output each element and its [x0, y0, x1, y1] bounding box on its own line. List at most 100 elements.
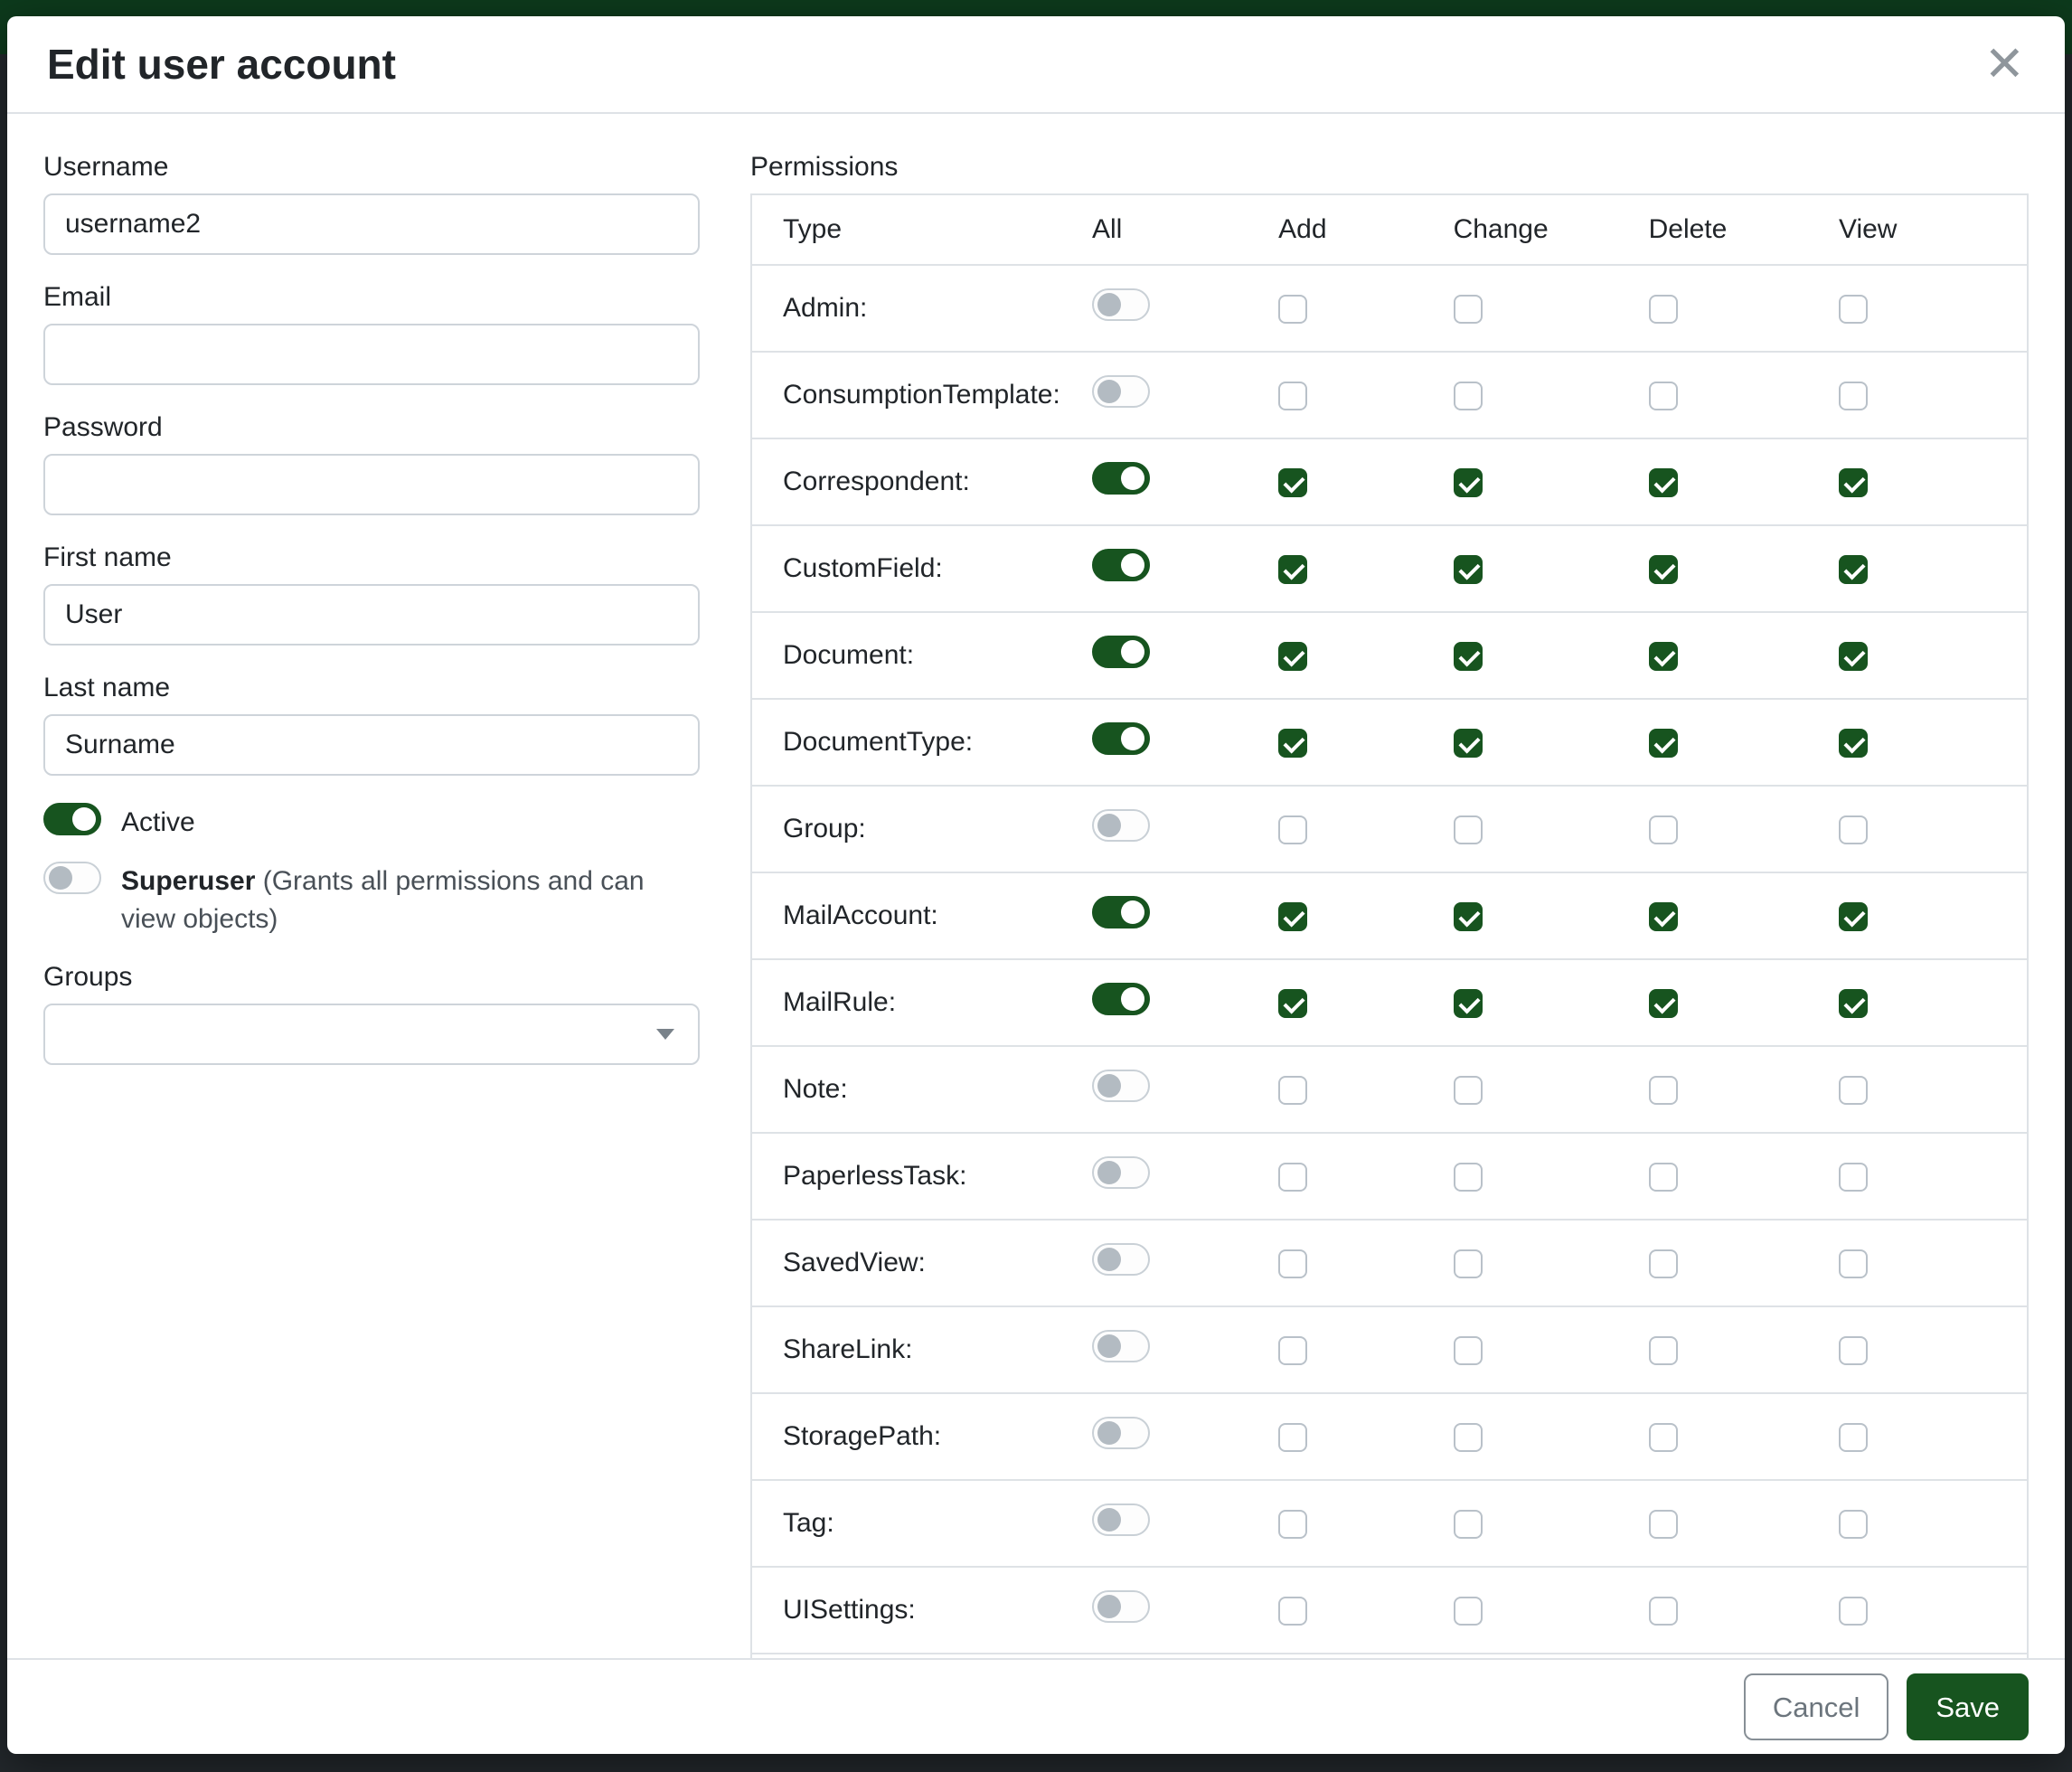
perm-view-checkbox[interactable] [1839, 989, 1868, 1018]
perm-change-checkbox[interactable] [1454, 1163, 1483, 1192]
perm-view-checkbox[interactable] [1839, 295, 1868, 324]
perm-add-checkbox[interactable] [1278, 1336, 1307, 1365]
perm-all-toggle[interactable] [1092, 896, 1150, 928]
perm-delete-checkbox[interactable] [1649, 642, 1678, 671]
perm-all-toggle[interactable] [1092, 722, 1150, 755]
perm-change-checkbox[interactable] [1454, 555, 1483, 584]
perm-view-checkbox[interactable] [1839, 902, 1868, 931]
perm-add-checkbox[interactable] [1278, 815, 1307, 844]
perm-delete-checkbox[interactable] [1649, 382, 1678, 410]
perm-add-checkbox[interactable] [1278, 1163, 1307, 1192]
active-toggle[interactable] [43, 803, 101, 835]
perm-all-toggle[interactable] [1092, 462, 1150, 495]
perm-view-checkbox[interactable] [1839, 382, 1868, 410]
perm-all-toggle[interactable] [1092, 1503, 1150, 1536]
perm-delete-checkbox[interactable] [1649, 295, 1678, 324]
perm-view-checkbox[interactable] [1839, 1076, 1868, 1105]
first-name-label: First name [43, 542, 700, 573]
perm-add-checkbox[interactable] [1278, 902, 1307, 931]
perm-change-checkbox[interactable] [1454, 468, 1483, 497]
cancel-button[interactable]: Cancel [1744, 1673, 1889, 1740]
perm-view-checkbox[interactable] [1839, 1423, 1868, 1452]
groups-select[interactable] [43, 1004, 700, 1065]
perm-view-checkbox[interactable] [1839, 1163, 1868, 1192]
perm-delete-checkbox[interactable] [1649, 1163, 1678, 1192]
perm-delete-checkbox[interactable] [1649, 1510, 1678, 1539]
perm-change-checkbox[interactable] [1454, 1336, 1483, 1365]
perm-add-checkbox[interactable] [1278, 642, 1307, 671]
perm-change-checkbox[interactable] [1454, 902, 1483, 931]
perm-add-checkbox[interactable] [1278, 1510, 1307, 1539]
perm-all-toggle[interactable] [1092, 636, 1150, 668]
perm-delete-checkbox[interactable] [1649, 1249, 1678, 1278]
perm-add-checkbox[interactable] [1278, 1597, 1307, 1626]
perm-delete-checkbox[interactable] [1649, 1423, 1678, 1452]
perm-change-checkbox[interactable] [1454, 1423, 1483, 1452]
first-name-input[interactable] [43, 584, 700, 646]
perm-change-checkbox[interactable] [1454, 1249, 1483, 1278]
password-input[interactable] [43, 454, 700, 515]
perm-change-checkbox[interactable] [1454, 1510, 1483, 1539]
perm-add-checkbox[interactable] [1278, 729, 1307, 758]
modal-title: Edit user account [47, 40, 396, 89]
perm-all-toggle[interactable] [1092, 1243, 1150, 1276]
permission-row: Document: [751, 612, 2028, 699]
perm-change-checkbox[interactable] [1454, 729, 1483, 758]
perm-delete-checkbox[interactable] [1649, 468, 1678, 497]
perm-view-checkbox[interactable] [1839, 1336, 1868, 1365]
last-name-input[interactable] [43, 714, 700, 776]
perm-view-checkbox[interactable] [1839, 642, 1868, 671]
toggle-knob [1097, 1161, 1121, 1184]
perm-add-checkbox[interactable] [1278, 1249, 1307, 1278]
perm-change-checkbox[interactable] [1454, 295, 1483, 324]
perm-view-checkbox[interactable] [1839, 815, 1868, 844]
perm-delete-checkbox[interactable] [1649, 729, 1678, 758]
perm-delete-checkbox[interactable] [1649, 815, 1678, 844]
perm-delete-checkbox[interactable] [1649, 902, 1678, 931]
perm-all-toggle[interactable] [1092, 983, 1150, 1015]
perm-all-toggle[interactable] [1092, 1156, 1150, 1189]
perm-delete-checkbox[interactable] [1649, 1597, 1678, 1626]
save-button[interactable]: Save [1907, 1673, 2029, 1740]
permissions-section: Permissions Type All Add Change Delete V… [750, 152, 2029, 1658]
perm-all-toggle[interactable] [1092, 288, 1150, 321]
perm-change-checkbox[interactable] [1454, 1597, 1483, 1626]
perm-all-toggle[interactable] [1092, 1070, 1150, 1102]
perm-view-checkbox[interactable] [1839, 729, 1868, 758]
user-form: Username Email Password First name Last … [43, 152, 700, 1092]
username-input[interactable] [43, 193, 700, 255]
perm-delete-checkbox[interactable] [1649, 555, 1678, 584]
perm-view-checkbox[interactable] [1839, 555, 1868, 584]
perm-view-checkbox[interactable] [1839, 1249, 1868, 1278]
perm-delete-checkbox[interactable] [1649, 1076, 1678, 1105]
perm-all-toggle[interactable] [1092, 809, 1150, 842]
perm-all-toggle[interactable] [1092, 1590, 1150, 1623]
superuser-toggle[interactable] [43, 862, 101, 894]
perm-all-toggle[interactable] [1092, 1330, 1150, 1362]
perm-view-checkbox[interactable] [1839, 1510, 1868, 1539]
toggle-knob [1097, 1421, 1121, 1445]
perm-all-toggle[interactable] [1092, 1417, 1150, 1449]
toggle-knob [1097, 380, 1121, 403]
close-button[interactable]: ✕ [1984, 40, 2025, 89]
perm-add-checkbox[interactable] [1278, 295, 1307, 324]
perm-change-checkbox[interactable] [1454, 815, 1483, 844]
perm-delete-checkbox[interactable] [1649, 1336, 1678, 1365]
perm-all-toggle[interactable] [1092, 375, 1150, 408]
perm-change-checkbox[interactable] [1454, 382, 1483, 410]
perm-add-checkbox[interactable] [1278, 555, 1307, 584]
perm-add-checkbox[interactable] [1278, 468, 1307, 497]
perm-view-checkbox[interactable] [1839, 468, 1868, 497]
perm-delete-checkbox[interactable] [1649, 989, 1678, 1018]
perm-change-checkbox[interactable] [1454, 642, 1483, 671]
perm-view-checkbox[interactable] [1839, 1597, 1868, 1626]
perm-add-checkbox[interactable] [1278, 1076, 1307, 1105]
permission-row: MailAccount: [751, 872, 2028, 959]
perm-change-checkbox[interactable] [1454, 989, 1483, 1018]
perm-change-checkbox[interactable] [1454, 1076, 1483, 1105]
perm-add-checkbox[interactable] [1278, 989, 1307, 1018]
perm-all-toggle[interactable] [1092, 549, 1150, 581]
perm-add-checkbox[interactable] [1278, 1423, 1307, 1452]
email-input[interactable] [43, 324, 700, 385]
perm-add-checkbox[interactable] [1278, 382, 1307, 410]
